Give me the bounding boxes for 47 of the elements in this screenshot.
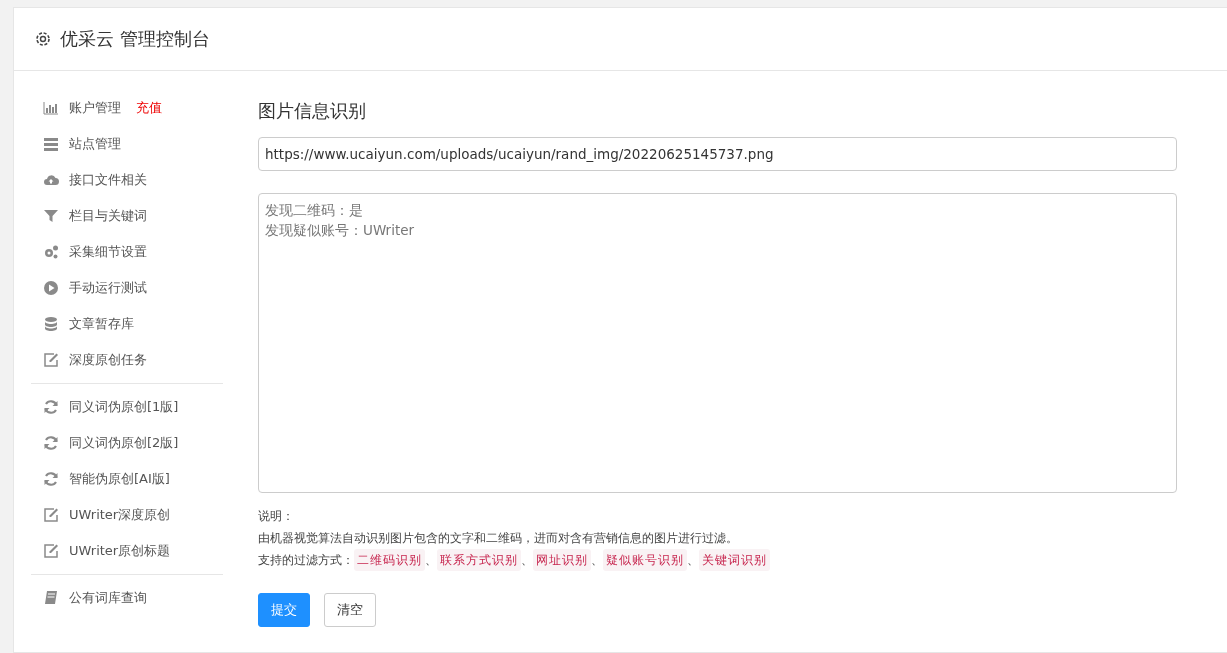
separator: 、 [425, 552, 437, 569]
edit-icon [43, 543, 59, 559]
filter-icon [43, 208, 59, 224]
sidebar-label[interactable]: 智能伪原创[AI版] [69, 470, 170, 488]
notes-description: 由机器视觉算法自动识别图片包含的文字和二维码，进而对含有营销信息的图片进行过滤。 [258, 530, 739, 547]
recharge-link[interactable]: 充值 [136, 99, 162, 117]
url-field[interactable]: https://www.ucaiyun.com/uploads/ucaiyun/rand_img/20220625145737.png [258, 137, 1177, 171]
edit-icon [43, 352, 59, 368]
bar-chart-icon [43, 100, 59, 116]
section-title: 图片信息识别 [258, 99, 367, 123]
settings-icon [34, 30, 52, 48]
edit-icon [43, 507, 59, 523]
sidebar-label[interactable]: UWriter深度原创 [69, 506, 171, 524]
sidebar-label[interactable]: 文章暂存库 [69, 315, 134, 333]
separator: 、 [687, 552, 699, 569]
clear-button[interactable]: 清空 [324, 593, 376, 627]
sidebar-label[interactable]: 公有词库查询 [69, 589, 147, 607]
sidebar-label[interactable]: 手动运行测试 [69, 279, 147, 297]
method-tag: 二维码识别 [354, 549, 425, 571]
play-icon [43, 280, 59, 296]
sidebar-label[interactable]: UWriter原创标题 [69, 542, 171, 560]
methods-label: 支持的过滤方式： [258, 552, 354, 569]
refresh-icon [43, 399, 59, 415]
method-tag: 联系方式识别 [437, 549, 521, 571]
separator: 、 [591, 552, 603, 569]
refresh-icon [43, 435, 59, 451]
book-icon [43, 590, 59, 606]
cloud-upload-icon [43, 172, 59, 188]
sidebar-label[interactable]: 接口文件相关 [69, 171, 147, 189]
refresh-icon [43, 471, 59, 487]
method-tag: 网址识别 [533, 549, 591, 571]
sidebar-label[interactable]: 同义词伪原创[1版] [69, 398, 179, 416]
console-title: 优采云 管理控制台 [60, 27, 210, 51]
server-icon [43, 136, 59, 152]
sidebar-label[interactable]: 栏目与关键词 [69, 207, 147, 225]
sidebar-label[interactable]: 账户管理 [69, 99, 121, 117]
notes-heading: 说明： [258, 508, 295, 525]
separator: 、 [521, 552, 533, 569]
sidebar-label[interactable]: 深度原创任务 [69, 351, 147, 369]
result-field[interactable]: 发现二维码：是 发现疑似账号：UWriter [258, 193, 1177, 493]
method-tag: 关键词识别 [699, 549, 770, 571]
database-icon [43, 316, 59, 332]
sidebar-label[interactable]: 采集细节设置 [69, 243, 147, 261]
sidebar-label[interactable]: 站点管理 [69, 135, 121, 153]
method-tag: 疑似账号识别 [603, 549, 687, 571]
sidebar-label[interactable]: 同义词伪原创[2版] [69, 434, 179, 452]
gears-icon [43, 244, 59, 260]
